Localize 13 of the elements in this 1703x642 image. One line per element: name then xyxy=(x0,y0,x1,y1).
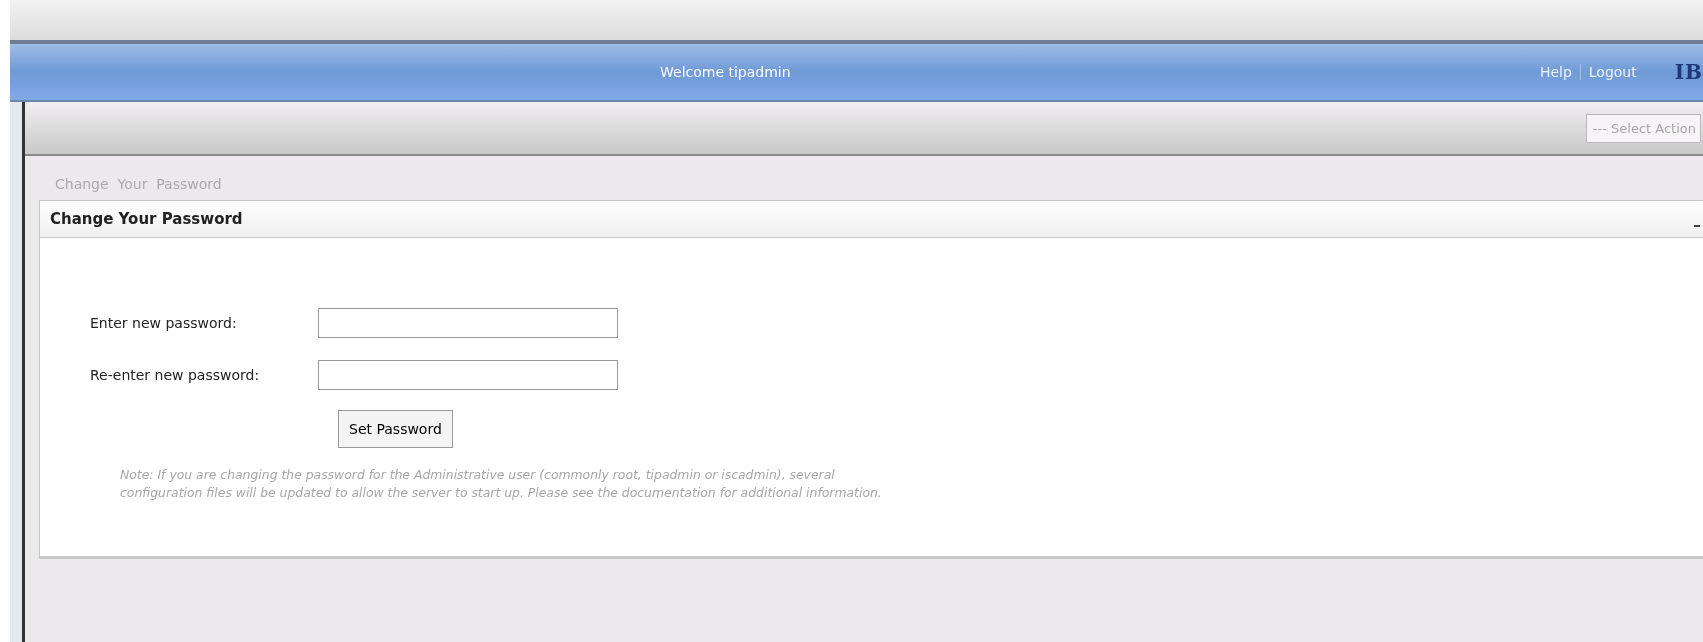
logo: IB xyxy=(1674,60,1703,84)
header-link[interactable]: Logout xyxy=(1588,64,1637,80)
note-text: Note: If you are changing the password for the Administrative user (commonly root, tipadmin or iscadmin), several configuration files will be updated to allow the server to start up. Please see the documentation for additional information. xyxy=(120,466,883,502)
breadcrumb: Change Your Password xyxy=(54,175,223,194)
panel-title: Change Your Password xyxy=(50,210,243,228)
field-label: Enter new password: xyxy=(90,315,238,331)
field-label: Re-enter new password: xyxy=(90,367,261,383)
password-field[interactable] xyxy=(318,308,618,338)
select-action-dropdown[interactable]: --- Select Action xyxy=(1585,113,1701,143)
password-field[interactable] xyxy=(318,360,618,390)
welcome-text: Welcome tipadmin xyxy=(660,64,791,80)
header-link[interactable]: Help xyxy=(1539,64,1572,80)
set-password-button[interactable]: Set Password xyxy=(338,410,453,448)
